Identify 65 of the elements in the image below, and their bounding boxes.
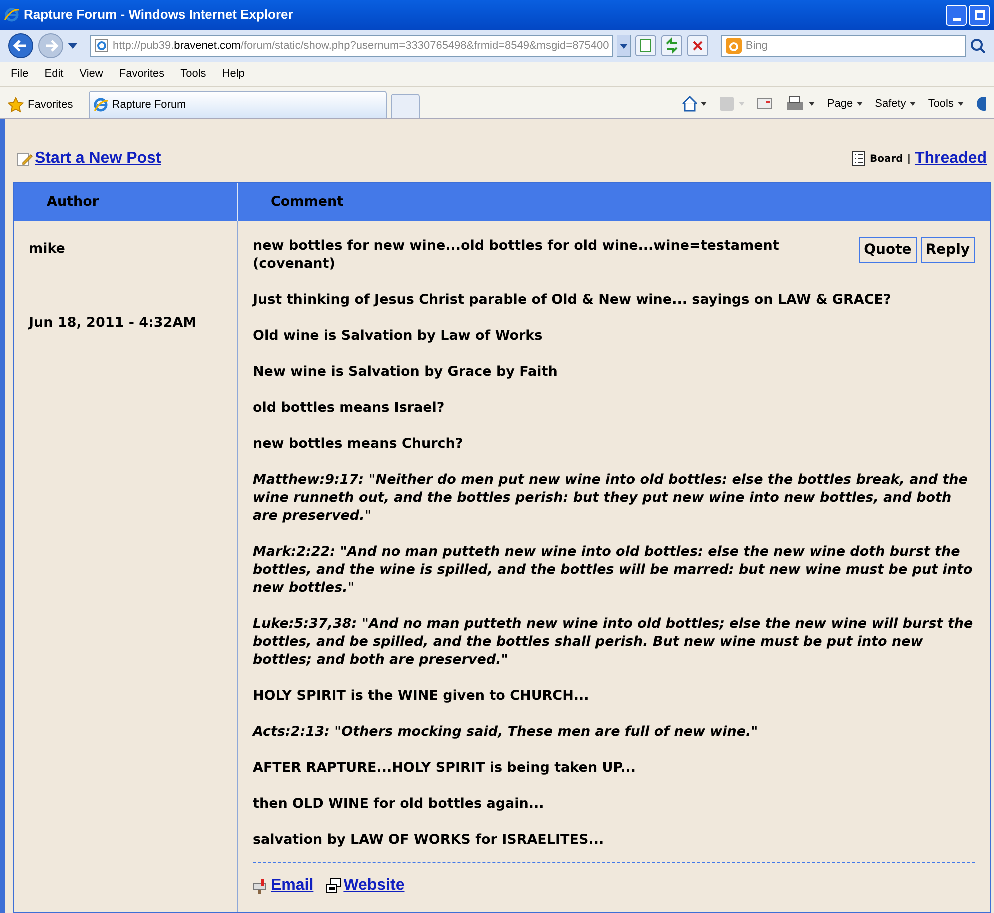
mail-icon[interactable] xyxy=(757,97,774,111)
post-paragraph: AFTER RAPTURE...HOLY SPIRIT is being taken UP... xyxy=(253,759,638,777)
post-date: Jun 18, 2011 - 4:32AM xyxy=(29,314,198,334)
post-action-button[interactable]: Quote xyxy=(859,237,917,263)
browser-logo-icon xyxy=(4,7,20,23)
address-dropdown-icon[interactable] xyxy=(616,35,631,57)
post-paragraph: salvation by LAW OF WORKS for ISRAELITES... xyxy=(253,831,606,849)
toolbar-menu-button[interactable]: Page xyxy=(827,96,864,112)
post-paragraph: old bottles means Israel? xyxy=(253,399,446,417)
page-icon xyxy=(94,98,108,112)
menu-item[interactable]: View xyxy=(72,66,110,82)
post-paragraph: new bottles means Church? xyxy=(253,435,464,453)
scripture-quote: Luke:5:37,38: "And no man putteth new wine into old bottles; else the new wine will burst the bottles, and be spilled, and the bottles shall perish. But new wine must be put into new bottles; and both are preserved." xyxy=(253,615,974,669)
maximize-button[interactable] xyxy=(969,4,990,26)
favorites-button[interactable]: Favorites xyxy=(8,92,74,118)
column-header: Comment xyxy=(270,192,345,212)
view-mode-link[interactable]: Threaded xyxy=(914,147,987,171)
view-mode-link[interactable]: Board xyxy=(870,152,904,166)
back-button[interactable] xyxy=(8,33,34,59)
post-paragraph: then OLD WINE for old bottles again... xyxy=(253,795,546,813)
post-action-button[interactable]: Reply xyxy=(920,237,975,263)
browser-tab[interactable]: Rapture Forum xyxy=(89,91,388,118)
post-paragraph: HOLY SPIRIT is the WINE given to CHURCH... xyxy=(253,687,590,705)
search-box[interactable]: Bing xyxy=(720,35,966,57)
caret-icon xyxy=(857,102,864,106)
address-field[interactable]: http://pub39.bravenet.com/forum/static/show.php?usernum=3330765498&frmid=8549&msgid=875400 xyxy=(90,35,613,57)
url-text: http://pub39.bravenet.com/forum/static/show.php?usernum=3330765498&frmid=8549&msgid=875400 xyxy=(113,38,610,54)
author-name: mike xyxy=(29,240,66,259)
new-post-link[interactable]: Start a New Post xyxy=(35,147,162,171)
separator-text: | xyxy=(907,152,911,166)
menu-item[interactable]: Tools xyxy=(174,66,214,82)
refresh-icon[interactable] xyxy=(660,35,683,57)
menu-item[interactable]: Favorites xyxy=(112,66,172,82)
page-icon xyxy=(95,39,109,53)
post-paragraph: Old wine is Salvation by Law of Works xyxy=(253,327,544,345)
star-icon xyxy=(8,97,24,113)
dropdown-caret-icon[interactable] xyxy=(68,43,78,49)
column-header: Author xyxy=(14,183,238,221)
toolbar-menu-button[interactable]: Safety xyxy=(875,96,916,112)
search-provider-icon xyxy=(726,38,742,54)
note-pencil-icon xyxy=(17,151,33,167)
stop-icon[interactable] xyxy=(686,35,709,57)
search-icon[interactable] xyxy=(970,38,986,54)
website-link[interactable]: Website xyxy=(344,874,405,898)
list-icon xyxy=(852,151,866,167)
mailbox-icon xyxy=(253,878,269,894)
window-title: Rapture Forum - Windows Internet Explorer xyxy=(24,6,294,24)
print-icon[interactable] xyxy=(785,96,816,112)
menu-item[interactable]: Help xyxy=(215,66,252,82)
post-subject: new bottles for new wine...old bottles for old wine...wine=testament (covenant) xyxy=(253,237,780,273)
computer-icon xyxy=(326,878,342,894)
search-field[interactable]: Bing xyxy=(746,36,965,56)
minimize-button[interactable] xyxy=(946,4,967,26)
caret-icon xyxy=(910,102,916,106)
menu-item[interactable]: File xyxy=(4,66,36,82)
post-paragraph: New wine is Salvation by Grace by Faith xyxy=(253,363,559,381)
scripture-quote: Mark:2:22: "And no man putteth new wine into old bottles: else the new wine doth burst the bottles, and the wine is spilled, and the bottles will be marred: but new wine must be put into new bottles." xyxy=(253,543,974,597)
home-icon[interactable] xyxy=(681,96,708,112)
caret-icon xyxy=(958,102,964,106)
scripture-quote: Acts:2:13: "Others mocking said, These men are full of new wine." xyxy=(253,723,760,741)
menu-item[interactable]: Edit xyxy=(38,66,71,82)
toolbar-menu-button[interactable]: Tools xyxy=(928,96,964,112)
scripture-quote: Matthew:9:17: "Neither do men put new wine into old bottles: else the bottles break, and the wine runneth out, and the bottles perish: but they put new wine into new bottles, and both are preserved." xyxy=(253,471,969,525)
post-paragraph: Just thinking of Jesus Christ parable of Old & New wine... sayings on LAW & GRACE? xyxy=(253,291,892,309)
email-link[interactable]: Email xyxy=(271,874,314,898)
